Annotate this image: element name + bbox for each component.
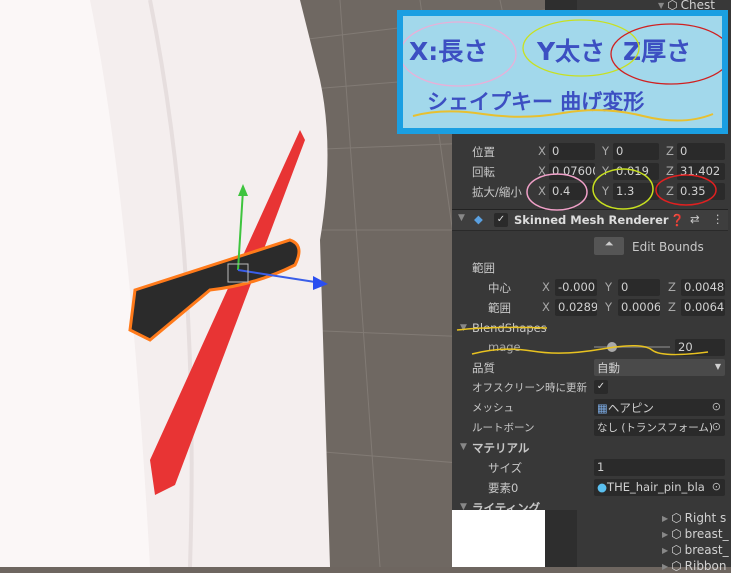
cube-icon: ⬡: [671, 511, 682, 525]
center-y-field[interactable]: 0: [618, 279, 660, 296]
help-icon[interactable]: ❓: [670, 213, 684, 227]
material-element-field[interactable]: ●THE_hair_pin_bla ⊙: [594, 479, 725, 496]
annotation-box: X:長さ Y太さ Z厚さ シェイプキー 曲げ変形: [397, 10, 728, 134]
expand-icon[interactable]: ▶: [662, 562, 668, 571]
mesh-icon: ▦: [597, 401, 608, 415]
rootbone-field[interactable]: なし (トランスフォーム) ⊙: [594, 419, 725, 436]
material-element-row: 要素0 ●THE_hair_pin_bla ⊙: [452, 479, 728, 497]
center-z-field[interactable]: 0.0048: [681, 279, 725, 296]
expand-icon[interactable]: ▶: [662, 546, 668, 555]
quality-dropdown[interactable]: 自動 ▼: [594, 359, 725, 376]
component-enabled-checkbox[interactable]: ✓: [494, 213, 508, 227]
mesh-field[interactable]: ▦ヘアピン ⊙: [594, 399, 725, 416]
object-picker-icon[interactable]: ⊙: [712, 400, 721, 413]
hierarchy-item[interactable]: ▶ ⬡ Right s: [662, 511, 726, 525]
bounds-extent-row: 範囲 X 0.0289 Y 0.0006 Z 0.0064: [488, 299, 725, 316]
dropdown-arrow-icon: ▼: [714, 362, 721, 371]
quality-row: 品質 自動 ▼: [452, 359, 728, 377]
hierarchy-item[interactable]: ▶ ⬡ breast_: [662, 543, 729, 557]
extent-x-field[interactable]: 0.0289: [555, 299, 597, 316]
renderer-icon: ◆: [474, 212, 483, 226]
offscreen-checkbox[interactable]: ✓: [594, 380, 608, 394]
rootbone-row: ルートボーン なし (トランスフォーム) ⊙: [452, 419, 728, 437]
bounds-center-row: 中心 X -0.000 Y0 Z 0.0048: [488, 279, 725, 296]
materials-size-row: サイズ 1: [452, 459, 728, 477]
more-icon[interactable]: ⋮: [712, 212, 724, 226]
inspector-panel: 位置 X0 Y0 Z0 回転 X 0.07600 Y 0.019 Z 31.402 拡…: [452, 133, 728, 510]
cube-icon: ⬡: [671, 543, 682, 557]
object-picker-icon[interactable]: ⊙: [711, 480, 721, 493]
extent-y-field[interactable]: 0.0006: [618, 299, 660, 316]
material-icon: ●: [597, 480, 608, 494]
settings-icon[interactable]: ⇄: [690, 212, 700, 226]
hierarchy-item[interactable]: ▶ ⬡ breast_: [662, 527, 729, 541]
materials-size-field[interactable]: 1: [594, 459, 725, 476]
collapse-icon[interactable]: ▼: [458, 213, 465, 223]
center-x-field[interactable]: -0.000: [555, 279, 597, 296]
cube-icon: ⬡: [671, 527, 682, 541]
lighting-foldout[interactable]: ▼ ライティング: [452, 499, 728, 510]
extent-z-field[interactable]: 0.0064: [681, 299, 725, 316]
hierarchy-item[interactable]: ▶ ⬡ Ribbon: [662, 559, 727, 573]
expand-icon[interactable]: ▶: [662, 514, 668, 523]
materials-foldout[interactable]: ▼ マテリアル: [452, 439, 728, 457]
offscreen-row: オフスクリーン時に更新 ✓: [452, 379, 728, 397]
expand-icon[interactable]: ▶: [662, 530, 668, 539]
object-picker-icon[interactable]: ⊙: [711, 420, 721, 433]
bounds-icon: ⏶: [604, 237, 614, 250]
circle-annotations: [526, 168, 717, 211]
cube-icon: ⬡: [671, 559, 682, 573]
mesh-row: メッシュ ▦ヘアピン ⊙: [452, 399, 728, 417]
yellow-underline-annotation: [456, 326, 709, 356]
edit-bounds-button[interactable]: ⏶: [594, 237, 624, 255]
